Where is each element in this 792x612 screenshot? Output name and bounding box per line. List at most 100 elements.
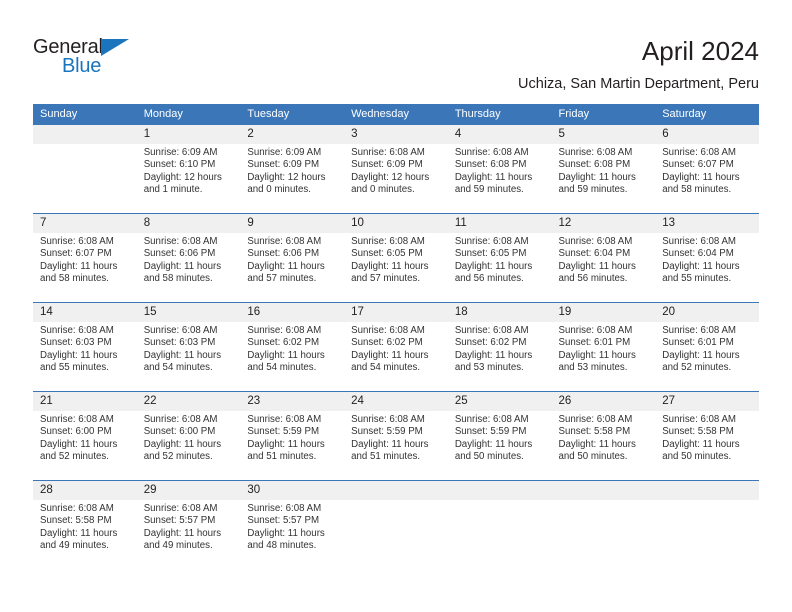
daylight-text-line1: Daylight: 11 hours <box>454 171 533 183</box>
date-number[interactable]: 25 <box>448 392 552 411</box>
dow-monday: Monday <box>143 108 183 120</box>
day-cell[interactable]: Sunrise: 6:08 AM Sunset: 6:08 PM Dayligh… <box>448 144 552 213</box>
date-number[interactable]: 18 <box>448 303 552 322</box>
date-number[interactable]: 2 <box>240 125 344 144</box>
date-number[interactable] <box>33 125 137 144</box>
daylight-text-line2: and 55 minutes. <box>662 273 732 285</box>
sunset-text: Sunset: 6:00 PM <box>143 426 216 438</box>
date-number[interactable]: 19 <box>552 303 656 322</box>
sunset-text: Sunset: 6:01 PM <box>662 337 734 349</box>
day-cell[interactable]: Sunrise: 6:08 AM Sunset: 6:08 PM Dayligh… <box>552 144 656 213</box>
daylight-text-line2: and 0 minutes. <box>247 184 311 196</box>
day-cell[interactable]: Sunrise: 6:08 AM Sunset: 6:03 PM Dayligh… <box>137 322 241 391</box>
date-number[interactable]: 12 <box>552 214 656 233</box>
day-cell[interactable]: Sunrise: 6:09 AM Sunset: 6:10 PM Dayligh… <box>137 144 241 213</box>
sunset-text: Sunset: 6:05 PM <box>351 248 423 260</box>
date-number[interactable]: 27 <box>655 392 759 411</box>
sunset-text: Sunset: 6:04 PM <box>558 248 631 260</box>
day-cell[interactable]: Sunrise: 6:08 AM Sunset: 5:57 PM Dayligh… <box>137 500 241 569</box>
day-cell[interactable]: Sunrise: 6:08 AM Sunset: 6:05 PM Dayligh… <box>344 233 448 302</box>
day-cell[interactable]: Sunrise: 6:08 AM Sunset: 5:59 PM Dayligh… <box>448 411 552 480</box>
page-header: General Blue April 2024 Uchiza, San Mart… <box>33 28 759 98</box>
day-cell[interactable] <box>33 144 137 213</box>
day-cell[interactable]: Sunrise: 6:08 AM Sunset: 5:59 PM Dayligh… <box>344 411 448 480</box>
daylight-text-line2: and 57 minutes. <box>247 273 317 285</box>
daylight-text-line1: Daylight: 12 hours <box>351 171 430 183</box>
date-number[interactable]: 7 <box>33 214 137 233</box>
sunset-text: Sunset: 6:10 PM <box>143 159 216 171</box>
date-number[interactable] <box>552 481 656 500</box>
daylight-text-line1: Daylight: 11 hours <box>247 527 325 539</box>
day-cell[interactable] <box>448 500 552 569</box>
date-number[interactable]: 22 <box>137 392 241 411</box>
day-cell[interactable]: Sunrise: 6:09 AM Sunset: 6:09 PM Dayligh… <box>240 144 344 213</box>
date-number[interactable]: 13 <box>655 214 759 233</box>
sunrise-text: Sunrise: 6:08 AM <box>662 414 736 425</box>
sunrise-text: Sunrise: 6:08 AM <box>143 414 218 425</box>
date-number[interactable]: 8 <box>137 214 241 233</box>
date-number[interactable]: 16 <box>240 303 344 322</box>
date-number[interactable] <box>344 481 448 500</box>
date-number[interactable] <box>655 481 759 500</box>
date-number[interactable]: 21 <box>33 392 137 411</box>
day-cell[interactable]: Sunrise: 6:08 AM Sunset: 5:57 PM Dayligh… <box>240 500 344 569</box>
daylight-text-line1: Daylight: 11 hours <box>558 260 636 272</box>
week-date-band: 1 2 3 4 5 6 <box>33 125 759 144</box>
date-number[interactable] <box>448 481 552 500</box>
day-cell[interactable]: Sunrise: 6:08 AM Sunset: 6:07 PM Dayligh… <box>33 233 137 302</box>
date-number[interactable]: 17 <box>344 303 448 322</box>
day-cell[interactable]: Sunrise: 6:08 AM Sunset: 6:02 PM Dayligh… <box>344 322 448 391</box>
daylight-text-line2: and 54 minutes. <box>143 362 213 374</box>
sunrise-text: Sunrise: 6:08 AM <box>351 236 425 247</box>
daylight-text-line1: Daylight: 11 hours <box>662 349 740 361</box>
sunrise-text: Sunrise: 6:08 AM <box>454 236 529 247</box>
day-cell[interactable]: Sunrise: 6:08 AM Sunset: 5:59 PM Dayligh… <box>240 411 344 480</box>
date-number[interactable]: 29 <box>137 481 241 500</box>
daylight-text-line2: and 52 minutes. <box>662 362 732 374</box>
daylight-text-line1: Daylight: 11 hours <box>143 260 222 272</box>
day-cell[interactable]: Sunrise: 6:08 AM Sunset: 6:04 PM Dayligh… <box>552 233 656 302</box>
day-cell[interactable]: Sunrise: 6:08 AM Sunset: 5:58 PM Dayligh… <box>33 500 137 569</box>
day-cell[interactable]: Sunrise: 6:08 AM Sunset: 6:00 PM Dayligh… <box>33 411 137 480</box>
date-number[interactable]: 11 <box>448 214 552 233</box>
day-cell[interactable]: Sunrise: 6:08 AM Sunset: 6:04 PM Dayligh… <box>655 233 759 302</box>
day-cell[interactable]: Sunrise: 6:08 AM Sunset: 6:00 PM Dayligh… <box>137 411 241 480</box>
date-number[interactable]: 14 <box>33 303 137 322</box>
day-cell[interactable]: Sunrise: 6:08 AM Sunset: 6:01 PM Dayligh… <box>552 322 656 391</box>
sunset-text: Sunset: 5:58 PM <box>40 515 112 527</box>
day-cell[interactable] <box>552 500 656 569</box>
day-cell[interactable]: Sunrise: 6:08 AM Sunset: 6:09 PM Dayligh… <box>344 144 448 213</box>
day-cell[interactable]: Sunrise: 6:08 AM Sunset: 6:02 PM Dayligh… <box>448 322 552 391</box>
week-date-band: 14 15 16 17 18 19 20 <box>33 303 759 322</box>
day-cell[interactable] <box>655 500 759 569</box>
date-number[interactable]: 26 <box>552 392 656 411</box>
date-number[interactable]: 4 <box>448 125 552 144</box>
day-cell[interactable]: Sunrise: 6:08 AM Sunset: 6:07 PM Dayligh… <box>655 144 759 213</box>
day-cell[interactable]: Sunrise: 6:08 AM Sunset: 6:02 PM Dayligh… <box>240 322 344 391</box>
daylight-text-line1: Daylight: 11 hours <box>662 438 740 450</box>
day-cell[interactable]: Sunrise: 6:08 AM Sunset: 6:03 PM Dayligh… <box>33 322 137 391</box>
date-number[interactable]: 28 <box>33 481 137 500</box>
date-number[interactable]: 9 <box>240 214 344 233</box>
day-cell[interactable]: Sunrise: 6:08 AM Sunset: 5:58 PM Dayligh… <box>655 411 759 480</box>
date-number[interactable]: 23 <box>240 392 344 411</box>
date-number[interactable]: 24 <box>344 392 448 411</box>
day-cell[interactable]: Sunrise: 6:08 AM Sunset: 6:05 PM Dayligh… <box>448 233 552 302</box>
day-cell[interactable]: Sunrise: 6:08 AM Sunset: 5:58 PM Dayligh… <box>552 411 656 480</box>
day-cell[interactable]: Sunrise: 6:08 AM Sunset: 6:06 PM Dayligh… <box>240 233 344 302</box>
day-cell[interactable]: Sunrise: 6:08 AM Sunset: 6:06 PM Dayligh… <box>137 233 241 302</box>
date-number[interactable]: 30 <box>240 481 344 500</box>
date-number[interactable]: 10 <box>344 214 448 233</box>
date-number[interactable]: 15 <box>137 303 241 322</box>
calendar-page: General Blue April 2024 Uchiza, San Mart… <box>0 0 792 612</box>
date-number[interactable]: 20 <box>655 303 759 322</box>
daylight-text-line1: Daylight: 11 hours <box>40 527 118 539</box>
date-number[interactable]: 6 <box>655 125 759 144</box>
day-cell[interactable] <box>344 500 448 569</box>
day-cell[interactable]: Sunrise: 6:08 AM Sunset: 6:01 PM Dayligh… <box>655 322 759 391</box>
daylight-text-line1: Daylight: 11 hours <box>662 260 740 272</box>
date-number[interactable]: 5 <box>552 125 656 144</box>
general-blue-logo[interactable]: General Blue <box>33 36 173 84</box>
date-number[interactable]: 1 <box>137 125 241 144</box>
date-number[interactable]: 3 <box>344 125 448 144</box>
